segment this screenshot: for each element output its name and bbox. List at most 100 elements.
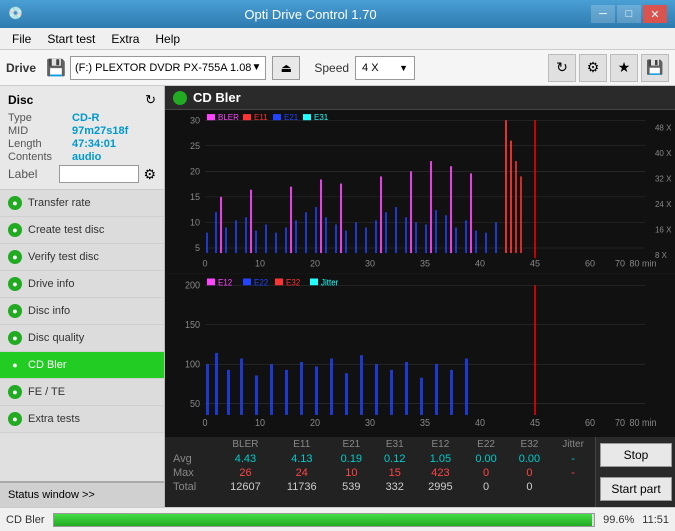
col-header-empty xyxy=(165,437,217,452)
disc-mid-key: MID xyxy=(8,125,68,137)
extra-tests-icon: ● xyxy=(8,412,22,426)
avg-e12: 1.05 xyxy=(416,452,464,466)
svg-text:45: 45 xyxy=(530,258,540,268)
disc-label-input[interactable] xyxy=(59,165,139,183)
col-header-e11: E11 xyxy=(274,437,330,452)
disc-refresh-icon[interactable]: ↻ xyxy=(145,92,156,108)
status-bar: CD Bler 99.6% 11:51 xyxy=(0,507,675,531)
fe-te-icon: ● xyxy=(8,385,22,399)
total-e11: 11736 xyxy=(274,480,330,494)
avg-e32: 0.00 xyxy=(508,452,551,466)
sidebar-item-label: Verify test disc xyxy=(28,251,99,263)
avg-e31: 0.12 xyxy=(373,452,416,466)
sidebar-item-fe-te[interactable]: ● FE / TE xyxy=(0,379,164,406)
disc-mid-row: MID 97m27s18f xyxy=(8,125,156,137)
svg-text:50: 50 xyxy=(190,398,200,410)
disc-panel-header: Disc ↻ xyxy=(8,92,156,108)
close-button[interactable]: ✕ xyxy=(643,5,667,23)
stats-table: BLER E11 E21 E31 E12 E22 E32 Jitter Avg xyxy=(165,437,595,494)
speed-dropdown[interactable]: 4 X ▼ xyxy=(355,56,415,80)
sidebar-item-label: Disc info xyxy=(28,305,70,317)
svg-text:60: 60 xyxy=(585,417,595,429)
start-part-button[interactable]: Start part xyxy=(600,477,672,501)
disc-contents-key: Contents xyxy=(8,151,68,163)
eject-button[interactable]: ⏏ xyxy=(272,56,300,80)
svg-text:40: 40 xyxy=(475,258,485,268)
svg-text:80 min: 80 min xyxy=(630,417,657,429)
svg-text:32 X: 32 X xyxy=(655,174,672,183)
speed-dropdown-arrow: ▼ xyxy=(399,63,408,73)
menu-help[interactable]: Help xyxy=(147,30,188,48)
save-icon[interactable]: 💾 xyxy=(641,54,669,82)
col-header-bler: BLER xyxy=(217,437,274,452)
svg-text:Jitter: Jitter xyxy=(321,276,338,287)
star-icon[interactable]: ★ xyxy=(610,54,638,82)
svg-text:60: 60 xyxy=(585,258,595,268)
create-test-disc-icon: ● xyxy=(8,223,22,237)
label-settings-icon[interactable]: ⚙ xyxy=(143,166,156,183)
sidebar-item-disc-info[interactable]: ● Disc info xyxy=(0,298,164,325)
sidebar-item-verify-test-disc[interactable]: ● Verify test disc xyxy=(0,244,164,271)
refresh-icon[interactable]: ↻ xyxy=(548,54,576,82)
sidebar-item-transfer-rate[interactable]: ● Transfer rate xyxy=(0,190,164,217)
svg-text:45: 45 xyxy=(530,417,540,429)
disc-label-key: Label xyxy=(8,167,55,181)
total-e21: 539 xyxy=(330,480,373,494)
stats-max-row: Max 26 24 10 15 423 0 0 - xyxy=(165,466,595,480)
status-window-button[interactable]: Status window >> xyxy=(0,481,164,507)
col-header-e22: E22 xyxy=(464,437,507,452)
svg-text:30: 30 xyxy=(365,417,375,429)
sidebar-item-create-test-disc[interactable]: ● Create test disc xyxy=(0,217,164,244)
svg-text:200: 200 xyxy=(185,280,200,292)
maximize-button[interactable]: □ xyxy=(617,5,641,23)
svg-text:0: 0 xyxy=(202,258,207,268)
disc-title: Disc xyxy=(8,93,33,107)
speed-label: Speed xyxy=(314,61,349,75)
app-icon: 💿 xyxy=(8,6,24,22)
disc-type-key: Type xyxy=(8,112,68,124)
menu-file[interactable]: File xyxy=(4,30,39,48)
svg-text:10: 10 xyxy=(255,417,265,429)
disc-length-val: 47:34:01 xyxy=(72,138,116,150)
max-label: Max xyxy=(165,466,217,480)
sidebar-item-label: Disc quality xyxy=(28,332,84,344)
sidebar-menu: ● Transfer rate ● Create test disc ● Ver… xyxy=(0,190,164,481)
menu-start-test[interactable]: Start test xyxy=(39,30,103,48)
drive-dropdown[interactable]: (F:) PLEXTOR DVDR PX-755A 1.08 ▼ xyxy=(70,56,266,80)
settings-icon[interactable]: ⚙ xyxy=(579,54,607,82)
sidebar-item-disc-quality[interactable]: ● Disc quality xyxy=(0,325,164,352)
svg-text:8 X: 8 X xyxy=(655,251,668,260)
status-window-label: Status window >> xyxy=(8,489,95,501)
chart2-container: 200 150 100 50 0 10 20 30 35 40 45 60 70… xyxy=(165,274,675,438)
disc-type-row: Type CD-R xyxy=(8,112,156,124)
progress-percent: 99.6% xyxy=(603,514,634,526)
svg-text:E12: E12 xyxy=(218,276,232,287)
minimize-button[interactable]: ─ xyxy=(591,5,615,23)
drive-icon: 💾 xyxy=(46,58,66,78)
svg-text:80 min: 80 min xyxy=(630,258,657,268)
content-area: CD Bler 30 25 20 xyxy=(165,86,675,507)
stop-button[interactable]: Stop xyxy=(600,443,672,467)
toolbar-icons: ↻ ⚙ ★ 💾 xyxy=(548,54,669,82)
sidebar-item-extra-tests[interactable]: ● Extra tests xyxy=(0,406,164,433)
svg-text:0: 0 xyxy=(203,417,208,429)
max-bler: 26 xyxy=(217,466,274,480)
app-title: Opti Drive Control 1.70 xyxy=(30,7,591,22)
svg-text:48 X: 48 X xyxy=(655,123,672,132)
col-header-e21: E21 xyxy=(330,437,373,452)
avg-e22: 0.00 xyxy=(464,452,507,466)
chart-header: CD Bler xyxy=(165,86,675,110)
max-jitter: - xyxy=(551,466,595,480)
col-header-e31: E31 xyxy=(373,437,416,452)
sidebar-item-drive-info[interactable]: ● Drive info xyxy=(0,271,164,298)
total-jitter xyxy=(551,480,595,494)
svg-text:E11: E11 xyxy=(254,113,268,122)
bottom-stats: BLER E11 E21 E31 E12 E22 E32 Jitter Avg xyxy=(165,437,675,507)
svg-text:5: 5 xyxy=(195,243,200,253)
sidebar-item-cd-bler[interactable]: ● CD Bler xyxy=(0,352,164,379)
stats-total-row: Total 12607 11736 539 332 2995 0 0 xyxy=(165,480,595,494)
col-header-e12: E12 xyxy=(416,437,464,452)
avg-jitter: - xyxy=(551,452,595,466)
menu-extra[interactable]: Extra xyxy=(103,30,147,48)
svg-text:150: 150 xyxy=(185,319,200,331)
